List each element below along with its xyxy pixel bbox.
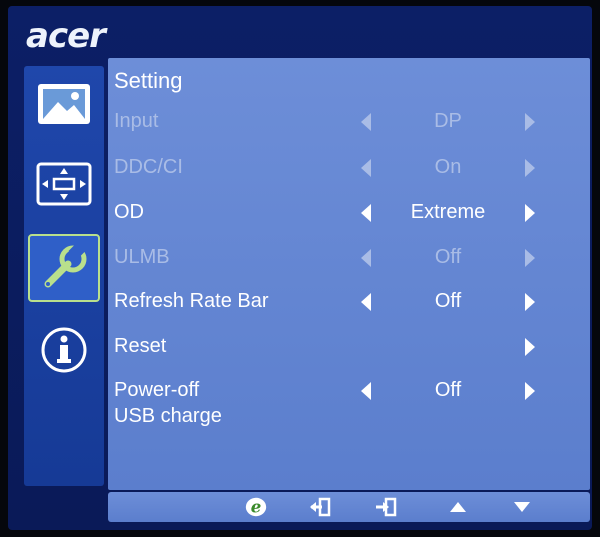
ddc-ci-value: On (434, 156, 462, 178)
right-arrow-icon[interactable] (524, 381, 536, 401)
svg-text:e: e (251, 497, 262, 517)
exit-button[interactable] (308, 496, 332, 518)
ulmb-row[interactable]: ULMB Off (108, 242, 590, 276)
setting-panel: Setting Input DP DDC/CI On OD Extreme UL… (108, 58, 590, 490)
right-arrow-icon[interactable] (524, 292, 536, 312)
right-arrow-icon[interactable] (524, 112, 536, 132)
e-key-button[interactable]: e (244, 496, 268, 518)
od-value: Extreme (410, 201, 486, 223)
display-menu-button[interactable] (28, 150, 100, 218)
menu-sidebar (24, 66, 104, 486)
power-off-value: Off (434, 379, 462, 401)
input-label: Input (114, 110, 159, 132)
information-menu-button[interactable] (28, 316, 100, 384)
reset-label: Reset (114, 335, 167, 357)
up-button[interactable] (446, 496, 470, 518)
power-off-usb-charge-row[interactable]: Power-off USB charge Off (108, 375, 590, 435)
display-position-icon (36, 162, 92, 206)
right-arrow-icon[interactable] (524, 337, 536, 357)
usb-charge-label: USB charge (114, 405, 222, 427)
info-icon (41, 327, 87, 373)
od-label: OD (114, 201, 144, 223)
right-arrow-icon[interactable] (524, 248, 536, 268)
ulmb-label: ULMB (114, 246, 170, 268)
picture-icon (38, 84, 90, 124)
input-row[interactable]: Input DP (108, 106, 590, 140)
ddc-ci-label: DDC/CI (114, 156, 183, 178)
enter-button[interactable] (374, 496, 398, 518)
right-arrow-icon[interactable] (524, 203, 536, 223)
reset-row[interactable]: Reset (108, 331, 590, 365)
right-arrow-icon[interactable] (524, 158, 536, 178)
refresh-rate-bar-row[interactable]: Refresh Rate Bar Off (108, 286, 590, 320)
setting-menu-button[interactable] (28, 234, 100, 302)
acer-logo: acer (26, 16, 106, 56)
up-icon (450, 502, 466, 512)
osd-window: acer Setting Input DP DDC/CI On OD Extre… (8, 6, 592, 530)
panel-title: Setting (114, 68, 183, 93)
down-button[interactable] (510, 496, 534, 518)
refresh-rate-bar-value: Off (434, 290, 462, 312)
e-key-icon: e (245, 497, 267, 517)
exit-icon (310, 497, 331, 517)
left-arrow-icon[interactable] (360, 292, 372, 312)
ulmb-value: Off (434, 246, 462, 268)
left-arrow-icon[interactable] (360, 381, 372, 401)
ddc-ci-row[interactable]: DDC/CI On (108, 152, 590, 186)
navigation-bar: e (108, 492, 590, 522)
input-value: DP (434, 110, 462, 132)
power-off-label: Power-off (114, 379, 200, 401)
picture-menu-button[interactable] (28, 70, 100, 138)
left-arrow-icon[interactable] (360, 158, 372, 178)
enter-icon (376, 497, 397, 517)
left-arrow-icon[interactable] (360, 203, 372, 223)
left-arrow-icon[interactable] (360, 248, 372, 268)
left-arrow-icon[interactable] (360, 112, 372, 132)
refresh-rate-bar-label: Refresh Rate Bar (114, 290, 269, 312)
wrench-icon (44, 242, 87, 288)
down-icon (514, 502, 530, 512)
od-row[interactable]: OD Extreme (108, 197, 590, 231)
